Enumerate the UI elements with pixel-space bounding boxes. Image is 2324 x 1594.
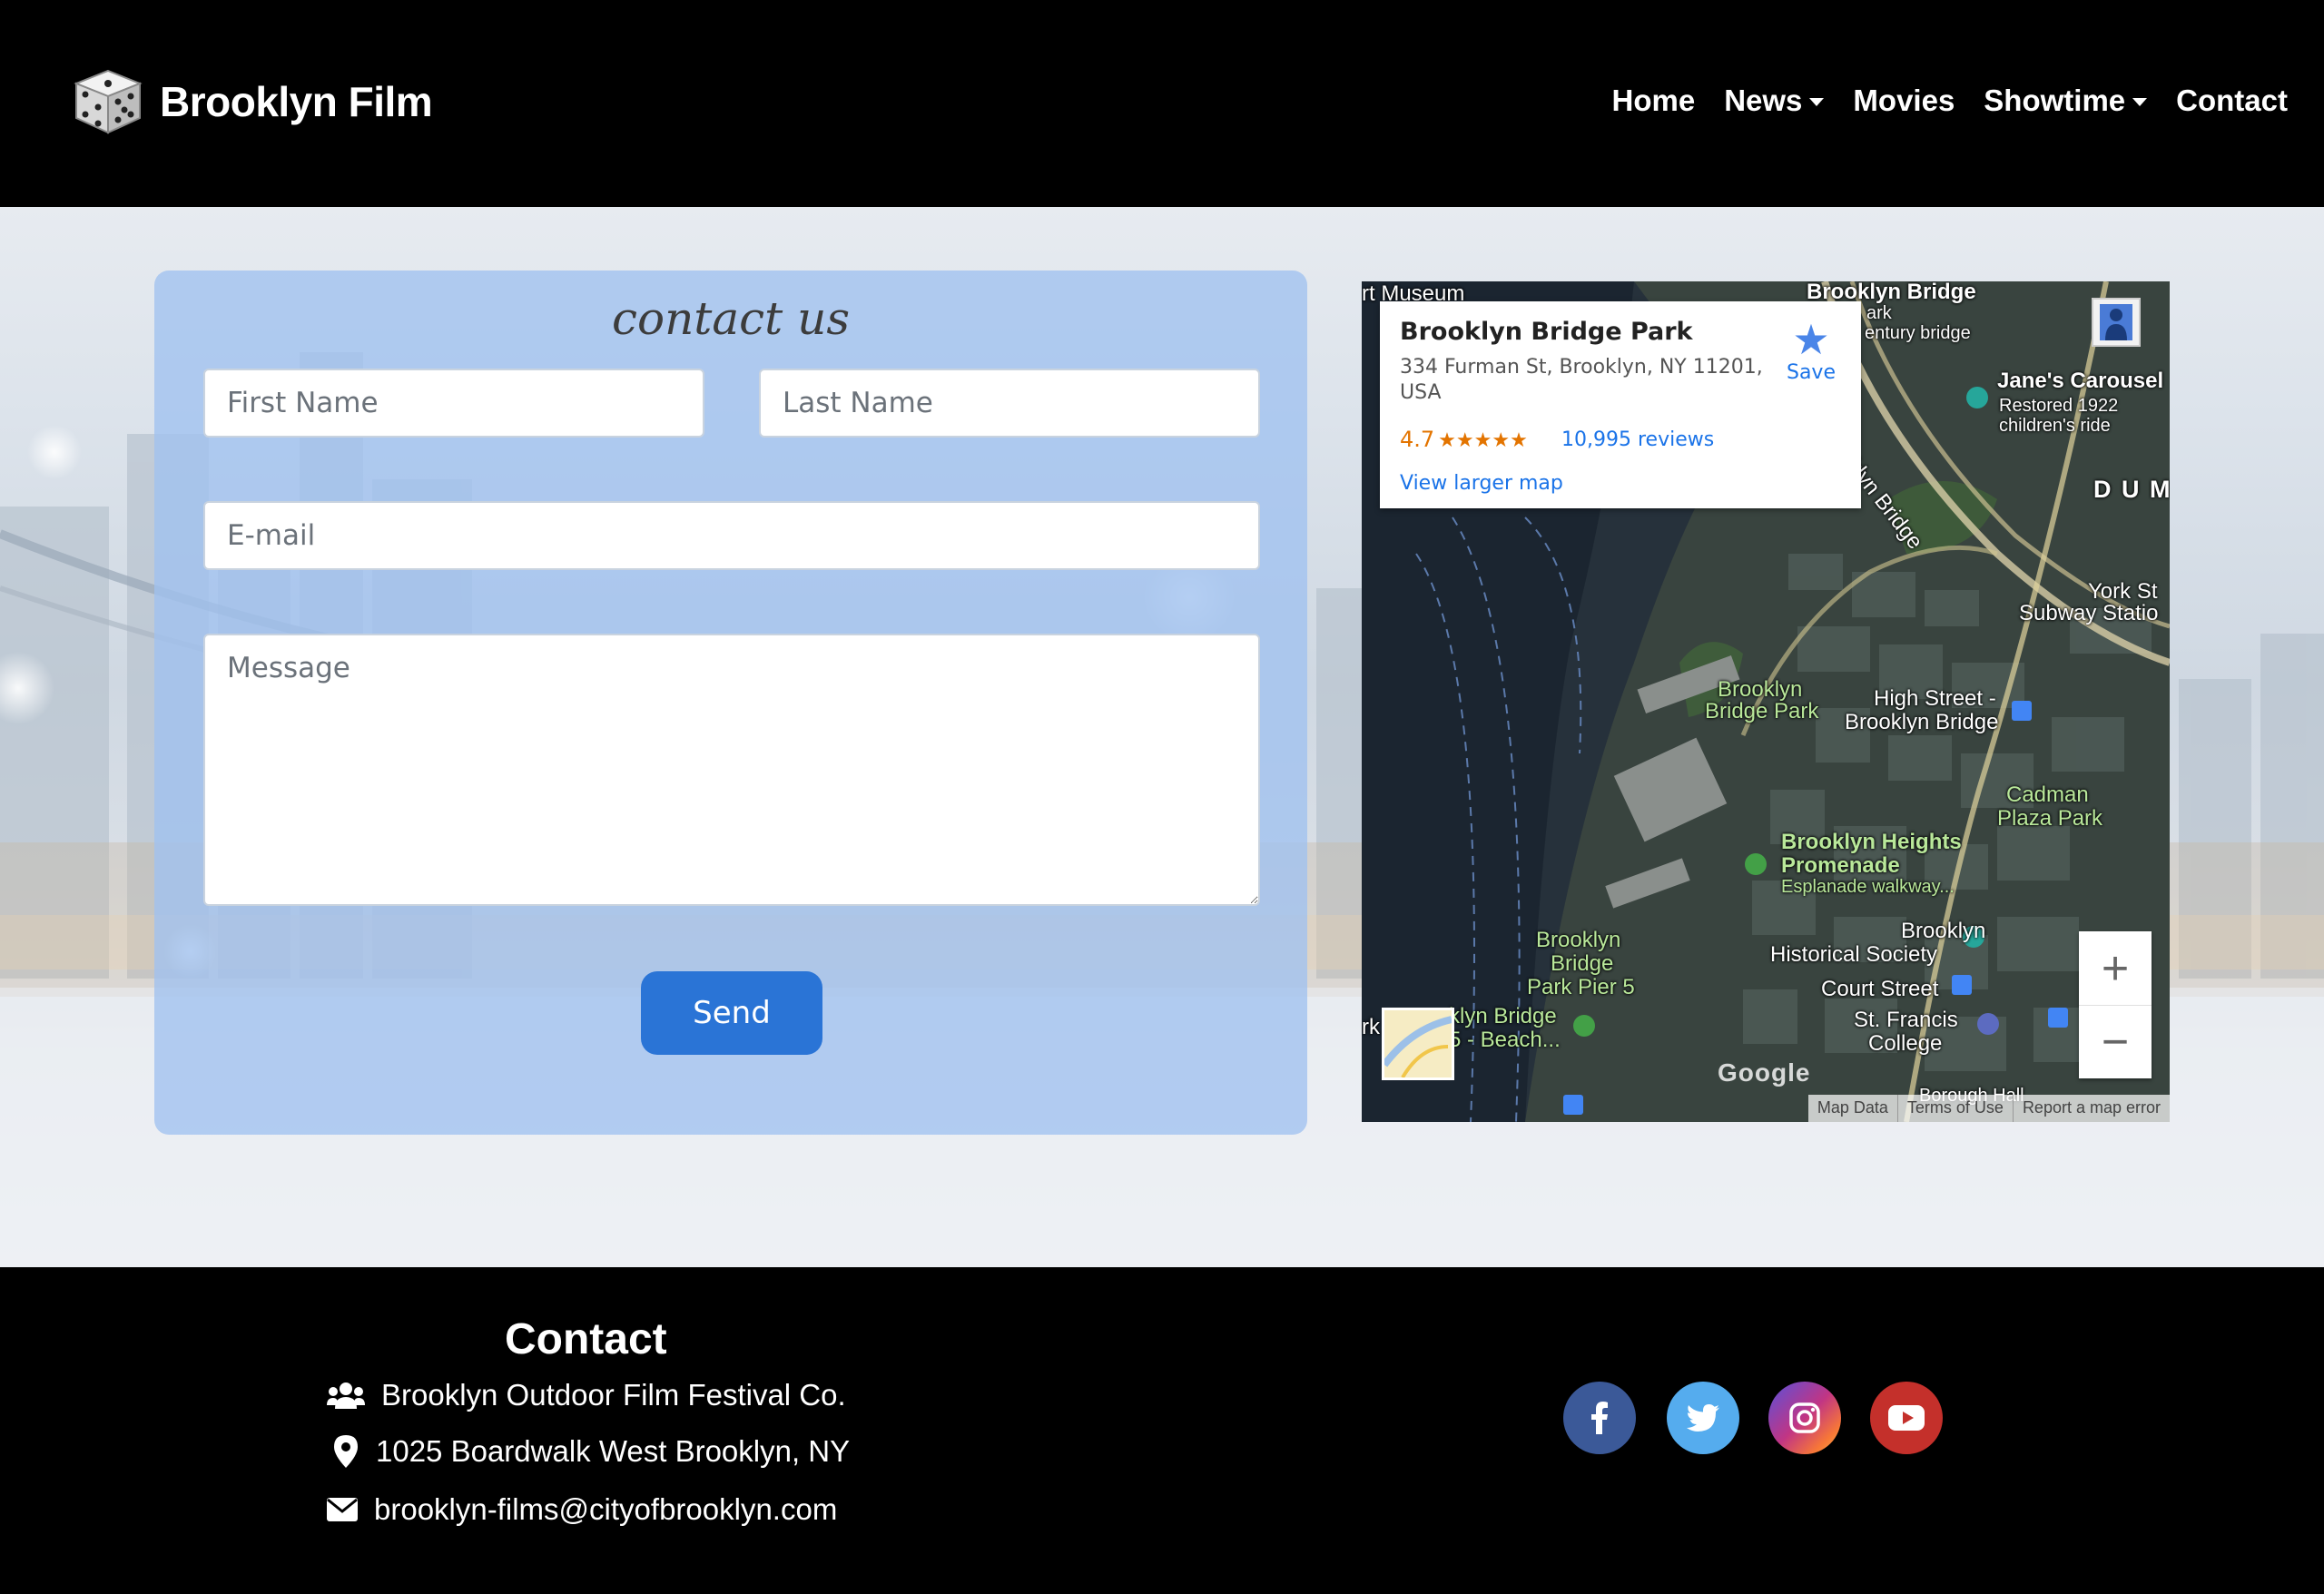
map-label-hist-2: Historical Society xyxy=(1770,942,1938,967)
map-label-beach-2: 5 - Beach... xyxy=(1449,1028,1561,1052)
terms-of-use-link[interactable]: Terms of Use xyxy=(1896,1095,2013,1122)
map-label-pier5-1: Brooklyn xyxy=(1536,928,1621,952)
email-input[interactable] xyxy=(203,501,1260,570)
zoom-out-button[interactable]: − xyxy=(2079,1005,2152,1078)
map-label-park: ark xyxy=(1866,303,1892,323)
footer: Contact Brooklyn Outdoor Film Festival C… xyxy=(0,1267,2324,1594)
map-label-promenade-1: Brooklyn Heights xyxy=(1781,830,1962,854)
brand[interactable]: Brooklyn Film xyxy=(73,69,433,134)
map-attribution: Map Data Terms of Use Report a map error xyxy=(1807,1095,2170,1122)
google-map[interactable]: rt Museum Brooklyn Bridge ark entury bri… xyxy=(1362,281,2170,1122)
map-label-high-street-2: Brooklyn Bridge xyxy=(1845,710,1999,734)
map-label-rk: rk xyxy=(1362,1015,1380,1039)
company-name: Brooklyn Outdoor Film Festival Co. xyxy=(381,1378,846,1412)
envelope-icon xyxy=(327,1498,358,1521)
nav-news-label: News xyxy=(1724,84,1803,117)
nav-home[interactable]: Home xyxy=(1612,84,1696,118)
save-label: Save xyxy=(1786,361,1836,384)
map-label-cadman-2: Plaza Park xyxy=(1997,806,2103,831)
rating-value: 4.7 xyxy=(1400,427,1435,452)
rating-stars-icon: ★★★★★ xyxy=(1438,429,1528,452)
map-label-carousel-desc-2: children's ride xyxy=(1999,416,2111,436)
map-label-promenade-2: Promenade xyxy=(1781,853,1900,878)
map-label-pier5-2: Bridge xyxy=(1551,951,1614,976)
map-label-carousel-desc-1: Restored 1922 xyxy=(1999,396,2119,416)
nav-movies[interactable]: Movies xyxy=(1853,84,1955,118)
send-button[interactable]: Send xyxy=(641,971,822,1055)
save-place-button[interactable]: ★ Save xyxy=(1787,318,1836,384)
report-map-error-link[interactable]: Report a map error xyxy=(2012,1095,2170,1122)
map-label-cadman-1: Cadman xyxy=(2006,782,2089,807)
nav-showtime-label: Showtime xyxy=(1984,84,2126,117)
reviews-link[interactable]: 10,995 reviews xyxy=(1561,428,1714,451)
map-marker-icon xyxy=(334,1435,358,1468)
map-label-janes-carousel: Jane's Carousel xyxy=(1997,369,2164,393)
nav-contact[interactable]: Contact xyxy=(2176,84,2288,118)
caret-down-icon xyxy=(1809,97,1825,106)
navbar: Brooklyn Film Home News Movies Showtime … xyxy=(0,0,2324,207)
youtube-button[interactable] xyxy=(1870,1382,1943,1454)
map-label-court-street: Court Street xyxy=(1821,977,1939,1001)
map-label-dumbo: D U M xyxy=(2093,476,2170,503)
hero-section: contact us Send xyxy=(0,207,2324,1267)
company-email[interactable]: brooklyn-films@cityofbrooklyn.com xyxy=(374,1492,837,1527)
map-label-pier5-3: Park Pier 5 xyxy=(1527,975,1635,999)
dice-icon xyxy=(74,69,143,134)
caret-down-icon xyxy=(2132,97,2148,106)
place-address: 334 Furman St, Brooklyn, NY 11201, USA xyxy=(1400,356,1763,404)
facebook-button[interactable] xyxy=(1563,1382,1636,1454)
place-name: Brooklyn Bridge Park xyxy=(1400,318,1693,346)
map-type-toggle[interactable] xyxy=(1381,1008,1454,1080)
map-label-subway-station: Subway Statio xyxy=(2019,601,2159,625)
street-view-pegman-icon[interactable] xyxy=(2092,298,2141,347)
map-label-promenade-3: Esplanade walkway... xyxy=(1781,877,1955,897)
brand-name: Brooklyn Film xyxy=(160,78,433,125)
users-icon xyxy=(327,1382,365,1409)
instagram-icon xyxy=(1789,1402,1820,1433)
footer-email-row: brooklyn-films@cityofbrooklyn.com xyxy=(327,1492,837,1527)
facebook-icon xyxy=(1591,1402,1608,1434)
message-textarea[interactable] xyxy=(203,634,1260,906)
footer-company-row: Brooklyn Outdoor Film Festival Co. xyxy=(327,1378,846,1412)
twitter-button[interactable] xyxy=(1667,1382,1739,1454)
map-label-beach-1: klyn Bridge xyxy=(1449,1004,1557,1028)
instagram-button[interactable] xyxy=(1768,1382,1841,1454)
zoom-in-button[interactable]: + xyxy=(2079,931,2152,1005)
twitter-icon xyxy=(1687,1404,1719,1432)
form-title: contact us xyxy=(611,292,851,345)
view-larger-map-link[interactable]: View larger map xyxy=(1400,472,1563,495)
main-nav: Home News Movies Showtime Contact xyxy=(1583,84,2288,118)
map-label-bbp-2: Bridge Park xyxy=(1705,699,1819,723)
map-label-st-francis-1: St. Francis xyxy=(1854,1008,1958,1032)
company-address: 1025 Boardwalk West Brooklyn, NY xyxy=(376,1434,851,1468)
map-label-st-francis-2: College xyxy=(1868,1031,1943,1056)
last-name-input[interactable] xyxy=(759,369,1260,438)
footer-address-row: 1025 Boardwalk West Brooklyn, NY xyxy=(327,1434,850,1469)
first-name-input[interactable] xyxy=(203,369,704,438)
map-info-window: Brooklyn Bridge Park 334 Furman St, Broo… xyxy=(1380,301,1861,508)
map-label-high-street-1: High Street - xyxy=(1874,686,1996,711)
map-zoom-controls: + − xyxy=(2079,931,2152,1078)
footer-title: Contact xyxy=(505,1315,667,1363)
map-label-hist-1: Brooklyn xyxy=(1901,919,1986,943)
place-rating: 4.7 ★★★★★ xyxy=(1400,427,1528,452)
map-label-century-bridge: entury bridge xyxy=(1865,323,1971,343)
youtube-icon xyxy=(1888,1405,1925,1431)
nav-showtime-dropdown[interactable]: Showtime xyxy=(1984,84,2148,118)
map-data-link[interactable]: Map Data xyxy=(1808,1095,1897,1122)
google-logo: Google xyxy=(1718,1058,1811,1087)
contact-form-card: contact us Send xyxy=(154,271,1307,1135)
nav-news-dropdown[interactable]: News xyxy=(1724,84,1825,118)
star-icon: ★ xyxy=(1792,315,1830,364)
